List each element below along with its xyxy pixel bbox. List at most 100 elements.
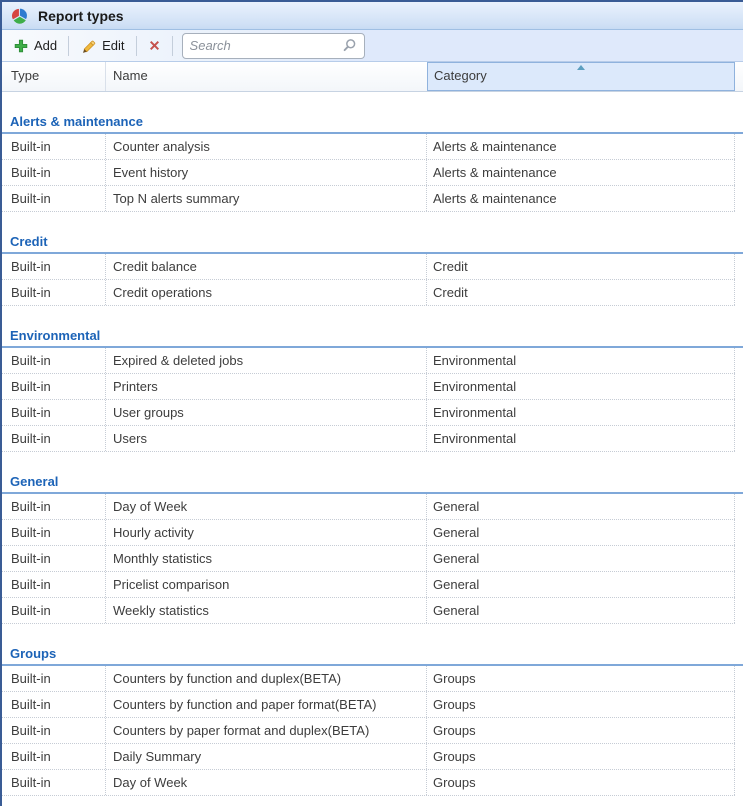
table-row[interactable]: Built-inUser groupsEnvironmental <box>2 400 735 426</box>
cell-category: Groups <box>427 770 735 795</box>
cell-type: Built-in <box>2 374 106 399</box>
cell-category: Groups <box>427 718 735 743</box>
table-row[interactable]: Built-inHourly activityGeneral <box>2 520 735 546</box>
cell-type: Built-in <box>2 348 106 373</box>
toolbar: Add Edit <box>2 30 743 62</box>
table-row[interactable]: Built-inDay of WeekGroups <box>2 770 735 796</box>
cell-type: Built-in <box>2 572 106 597</box>
table-body: Alerts & maintenanceBuilt-inCounter anal… <box>2 92 743 796</box>
table-row[interactable]: Built-inExpired & deleted jobsEnvironmen… <box>2 348 735 374</box>
cell-type: Built-in <box>2 770 106 795</box>
cell-category: Credit <box>427 280 735 305</box>
column-header-type[interactable]: Type <box>2 62 106 91</box>
report-types-window: Report types Add Edit <box>0 0 743 806</box>
plus-icon <box>14 39 28 53</box>
cell-name: Day of Week <box>106 494 427 519</box>
x-icon <box>148 39 161 52</box>
cell-name: Monthly statistics <box>106 546 427 571</box>
cell-category: Environmental <box>427 374 735 399</box>
cell-category: Credit <box>427 254 735 279</box>
cell-category: General <box>427 598 735 623</box>
cell-category: General <box>427 572 735 597</box>
cell-name: Day of Week <box>106 770 427 795</box>
cell-type: Built-in <box>2 280 106 305</box>
table-row[interactable]: Built-inWeekly statisticsGeneral <box>2 598 735 624</box>
cell-name: Event history <box>106 160 427 185</box>
cell-category: General <box>427 520 735 545</box>
cell-name: Weekly statistics <box>106 598 427 623</box>
edit-button-label: Edit <box>102 38 124 53</box>
cell-category: Groups <box>427 666 735 691</box>
column-header-category-label: Category <box>434 68 487 83</box>
table-row[interactable]: Built-inCounter analysisAlerts & mainten… <box>2 134 735 160</box>
cell-category: Alerts & maintenance <box>427 160 735 185</box>
cell-name: Printers <box>106 374 427 399</box>
cell-type: Built-in <box>2 718 106 743</box>
table-row[interactable]: Built-inDay of WeekGeneral <box>2 494 735 520</box>
cell-type: Built-in <box>2 546 106 571</box>
magnifier-icon[interactable] <box>342 38 357 53</box>
cell-type: Built-in <box>2 426 106 451</box>
table-row[interactable]: Built-inMonthly statisticsGeneral <box>2 546 735 572</box>
pie-chart-icon <box>11 8 28 24</box>
add-button[interactable]: Add <box>7 35 64 56</box>
delete-button[interactable] <box>141 36 168 55</box>
cell-category: General <box>427 494 735 519</box>
table-row[interactable]: Built-inCredit balanceCredit <box>2 254 735 280</box>
cell-name: Credit balance <box>106 254 427 279</box>
cell-type: Built-in <box>2 520 106 545</box>
cell-name: Credit operations <box>106 280 427 305</box>
group-header: Groups <box>2 645 743 666</box>
table-row[interactable]: Built-inUsersEnvironmental <box>2 426 735 452</box>
cell-type: Built-in <box>2 598 106 623</box>
cell-type: Built-in <box>2 494 106 519</box>
toolbar-separator <box>172 36 173 56</box>
group-header: Environmental <box>2 327 743 348</box>
group-header: Credit <box>2 233 743 254</box>
cell-type: Built-in <box>2 744 106 769</box>
window-title: Report types <box>38 8 124 24</box>
cell-type: Built-in <box>2 400 106 425</box>
cell-name: User groups <box>106 400 427 425</box>
table-row[interactable]: Built-inCounters by function and paper f… <box>2 692 735 718</box>
cell-category: Groups <box>427 692 735 717</box>
cell-category: Environmental <box>427 348 735 373</box>
cell-category: Environmental <box>427 426 735 451</box>
column-header-category[interactable]: Category <box>427 62 735 91</box>
cell-type: Built-in <box>2 134 106 159</box>
column-header-row: Type Name Category <box>2 62 743 92</box>
cell-type: Built-in <box>2 692 106 717</box>
titlebar: Report types <box>2 2 743 30</box>
sort-ascending-arrow-icon <box>577 65 585 70</box>
table-row[interactable]: Built-inTop N alerts summaryAlerts & mai… <box>2 186 735 212</box>
group-header: General <box>2 473 743 494</box>
group-gap <box>2 212 743 233</box>
cell-name: Expired & deleted jobs <box>106 348 427 373</box>
cell-type: Built-in <box>2 186 106 211</box>
column-header-name[interactable]: Name <box>106 62 427 91</box>
search-input[interactable] <box>190 38 342 53</box>
cell-name: Top N alerts summary <box>106 186 427 211</box>
table-row[interactable]: Built-inCounters by paper format and dup… <box>2 718 735 744</box>
cell-name: Daily Summary <box>106 744 427 769</box>
edit-button[interactable]: Edit <box>73 35 131 56</box>
table-row[interactable]: Built-inEvent historyAlerts & maintenanc… <box>2 160 735 186</box>
table-row[interactable]: Built-inCounters by function and duplex(… <box>2 666 735 692</box>
toolbar-separator <box>136 36 137 56</box>
table-row[interactable]: Built-inPricelist comparisonGeneral <box>2 572 735 598</box>
table-row[interactable]: Built-inPrintersEnvironmental <box>2 374 735 400</box>
cell-category: Alerts & maintenance <box>427 134 735 159</box>
cell-name: Counters by function and paper format(BE… <box>106 692 427 717</box>
toolbar-separator <box>68 36 69 56</box>
cell-name: Counters by function and duplex(BETA) <box>106 666 427 691</box>
table-row[interactable]: Built-inDaily SummaryGroups <box>2 744 735 770</box>
search-box[interactable] <box>182 33 365 59</box>
table-row[interactable]: Built-inCredit operationsCredit <box>2 280 735 306</box>
group-gap <box>2 624 743 645</box>
cell-name: Counter analysis <box>106 134 427 159</box>
pencil-icon <box>80 38 96 53</box>
cell-category: Groups <box>427 744 735 769</box>
group-gap <box>2 92 743 113</box>
group-gap <box>2 452 743 473</box>
cell-name: Hourly activity <box>106 520 427 545</box>
